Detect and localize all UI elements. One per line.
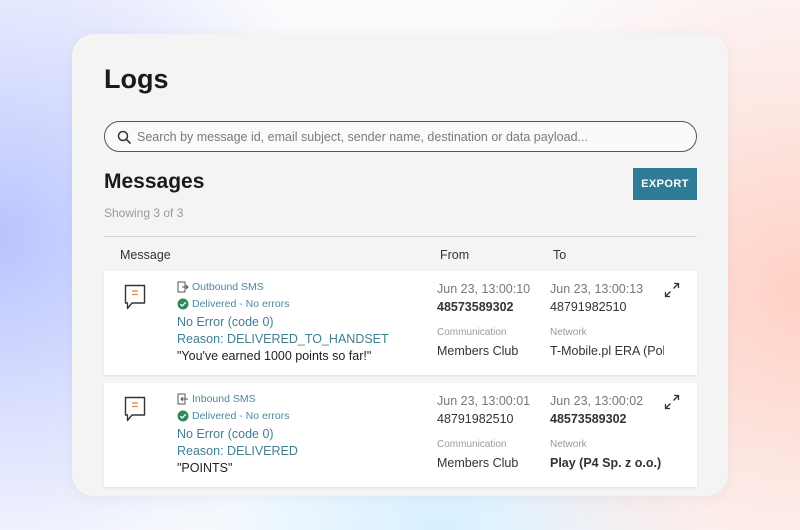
from-number: 48573589302 <box>437 300 514 314</box>
message-icon <box>124 396 146 422</box>
search-icon <box>117 130 131 144</box>
message-row[interactable]: Outbound SMS Delivered - No errors No Er… <box>104 271 697 375</box>
delivery-status: Delivered - No errors <box>177 298 289 310</box>
message-payload: "POINTS" <box>177 461 233 475</box>
message-type: Outbound SMS <box>177 281 264 293</box>
message-type-label: Inbound SMS <box>192 393 256 405</box>
export-button[interactable]: EXPORT <box>633 168 697 200</box>
delivery-status-label: Delivered - No errors <box>192 298 290 310</box>
from-meta-label: Communication <box>437 327 507 338</box>
from-meta-value: Members Club <box>437 456 519 470</box>
to-timestamp: Jun 23, 13:00:02 <box>550 394 644 408</box>
expand-icon[interactable] <box>664 282 680 298</box>
delivery-status-label: Delivered - No errors <box>192 410 290 422</box>
inbound-icon <box>177 393 188 405</box>
from-timestamp: Jun 23, 13:00:01 <box>437 394 531 408</box>
messages-title: Messages <box>104 170 205 193</box>
from-timestamp: Jun 23, 13:00:10 <box>437 282 531 296</box>
delivery-status: Delivered - No errors <box>177 410 289 422</box>
delivery-reason: Reason: DELIVERED <box>177 444 298 458</box>
from-meta-value: Members Club <box>437 344 519 358</box>
from-number: 48791982510 <box>437 412 514 426</box>
to-meta-label: Network <box>550 327 587 338</box>
column-header-to[interactable]: To <box>553 248 566 262</box>
logs-panel: Logs Messages EXPORT Showing 3 of 3 Mess… <box>72 34 728 496</box>
outbound-icon <box>177 281 189 293</box>
message-icon <box>124 284 146 310</box>
to-number: 48573589302 <box>550 412 627 426</box>
delivery-reason: Reason: DELIVERED_TO_HANDSET <box>177 332 389 346</box>
results-count: Showing 3 of 3 <box>104 206 184 220</box>
from-meta-label: Communication <box>437 439 507 450</box>
message-type-label: Outbound SMS <box>192 281 264 293</box>
message-payload: "You've earned 1000 points so far!" <box>177 349 372 363</box>
check-circle-icon <box>177 298 189 310</box>
message-type: Inbound SMS <box>177 393 256 405</box>
column-header-message[interactable]: Message <box>120 248 171 262</box>
error-code: No Error (code 0) <box>177 315 274 329</box>
search-bar[interactable] <box>104 121 697 152</box>
check-circle-icon <box>177 410 189 422</box>
to-number: 48791982510 <box>550 300 627 314</box>
column-header-from[interactable]: From <box>440 248 469 262</box>
error-code: No Error (code 0) <box>177 427 274 441</box>
page-title: Logs <box>104 64 169 94</box>
to-meta-value: Play (P4 Sp. z o.o.) <box>550 456 662 470</box>
to-timestamp: Jun 23, 13:00:13 <box>550 282 644 296</box>
header-divider <box>104 236 697 237</box>
to-meta-label: Network <box>550 439 587 450</box>
message-row[interactable]: Inbound SMS Delivered - No errors No Err… <box>104 383 697 487</box>
expand-icon[interactable] <box>664 394 680 410</box>
search-input[interactable] <box>137 129 696 144</box>
to-meta-value: T-Mobile.pl ERA (Pols <box>550 344 664 358</box>
